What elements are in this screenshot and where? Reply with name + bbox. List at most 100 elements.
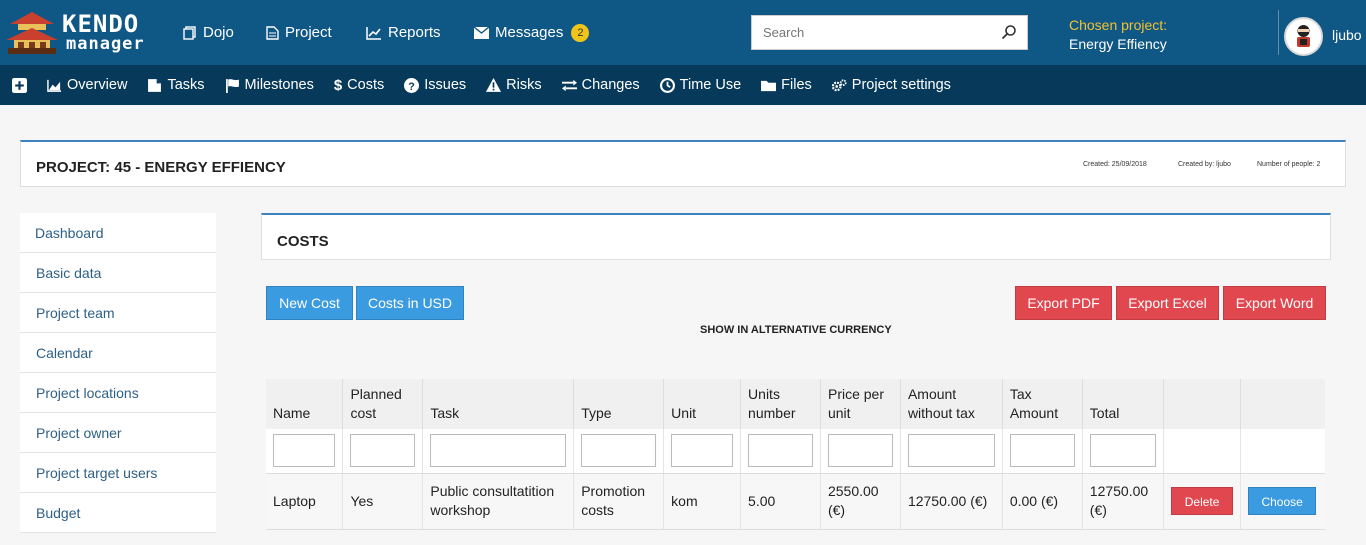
filter-total-input[interactable]	[1089, 434, 1156, 468]
filter-name-input[interactable]	[273, 434, 336, 468]
project-nav-milestones[interactable]: Milestones	[225, 77, 314, 93]
cell-name: Laptop	[266, 473, 343, 530]
project-nav-tasks-label: Tasks	[167, 77, 205, 93]
sidebar-item-basic-data[interactable]: Basic data	[20, 253, 216, 293]
chosen-project: Chosen project: Energy Effiency	[1069, 17, 1167, 52]
project-nav-risks[interactable]: Risks	[486, 77, 542, 93]
cell-units-number: 5.00	[740, 473, 821, 530]
sidebar-item-calendar[interactable]: Calendar	[20, 333, 216, 373]
sidebar-item-project-locations[interactable]: Project locations	[20, 373, 216, 413]
costs-in-usd-button[interactable]: Costs in USD	[356, 286, 464, 320]
cell-task: Public consultatition workshop	[422, 473, 574, 530]
cell-tax-amount: 0.00 (€)	[1001, 473, 1083, 530]
add-item-button[interactable]	[12, 77, 27, 93]
filter-price-per-unit-input[interactable]	[827, 434, 893, 468]
costs-table: Name Planned cost Task Type Unit Units n…	[266, 379, 1325, 530]
project-nav-tasks[interactable]: Tasks	[147, 77, 205, 93]
col-header-unit[interactable]: Unit	[663, 379, 741, 429]
project-nav-changes-label: Changes	[581, 77, 640, 93]
project-nav-time-use-label: Time Use	[679, 77, 742, 93]
envelope-icon	[474, 26, 489, 39]
filter-amount-without-tax-input[interactable]	[907, 434, 995, 468]
cell-total: 12750.00 (€)	[1081, 473, 1164, 530]
col-header-name[interactable]: Name	[266, 379, 343, 429]
export-excel-button[interactable]: Export Excel	[1116, 286, 1219, 320]
col-header-units-number[interactable]: Units number	[740, 379, 821, 429]
col-header-price-per-unit[interactable]: Price per unit	[819, 379, 901, 429]
col-header-choose	[1240, 379, 1325, 429]
sidebar-item-project-owner[interactable]: Project owner	[20, 413, 216, 453]
delete-button[interactable]: Delete	[1170, 487, 1234, 515]
sidebar-item-project-team[interactable]: Project team	[20, 293, 216, 333]
copy-icon	[183, 25, 196, 40]
project-nav: Overview Tasks Milestones $ Costs ? Issu…	[0, 65, 1366, 105]
project-nav-settings[interactable]: Project settings	[831, 77, 951, 93]
project-nav-settings-label: Project settings	[851, 77, 951, 93]
project-nav-costs[interactable]: $ Costs	[334, 77, 384, 94]
filter-planned-cost-input[interactable]	[350, 434, 416, 468]
sidebar-item-dashboard[interactable]: Dashboard	[20, 213, 216, 253]
new-cost-button[interactable]: New Cost	[266, 286, 353, 320]
col-header-tax-amount[interactable]: Tax Amount	[1001, 379, 1083, 429]
top-nav-reports-label: Reports	[388, 24, 441, 41]
col-header-delete	[1162, 379, 1241, 429]
col-header-task[interactable]: Task	[422, 379, 574, 429]
project-nav-changes[interactable]: Changes	[561, 77, 640, 93]
chart-area-icon	[47, 79, 62, 92]
dollar-icon: $	[333, 76, 343, 94]
cogs-icon	[831, 78, 847, 91]
top-nav-dojo[interactable]: Dojo	[183, 0, 234, 65]
col-header-planned-cost[interactable]: Planned cost	[342, 379, 423, 429]
filter-unit-input[interactable]	[671, 434, 734, 468]
brand-subname: manager	[66, 34, 145, 54]
top-nav-project[interactable]: Project	[266, 0, 332, 65]
filter-type-input[interactable]	[581, 434, 657, 468]
cell-choose: Choose	[1240, 473, 1325, 530]
table-header-row: Name Planned cost Task Type Unit Units n…	[266, 379, 1325, 429]
chosen-project-label: Chosen project:	[1069, 17, 1168, 33]
avatar[interactable]	[1284, 17, 1323, 56]
flag-icon	[225, 78, 239, 93]
question-circle-icon: ?	[404, 77, 420, 93]
project-nav-risks-label: Risks	[506, 77, 542, 93]
col-header-amount-without-tax[interactable]: Amount without tax	[899, 379, 1003, 429]
warning-icon	[486, 77, 502, 92]
top-nav-reports[interactable]: Reports	[366, 0, 441, 65]
clock-icon	[659, 77, 675, 93]
tasks-icon	[148, 78, 162, 92]
project-nav-costs-label: Costs	[347, 77, 385, 93]
svg-text:?: ?	[408, 80, 415, 92]
cell-type: Promotion costs	[573, 473, 664, 530]
search-input[interactable]	[752, 16, 992, 49]
project-nav-overview[interactable]: Overview	[47, 77, 127, 93]
top-nav-messages-label: Messages	[495, 24, 564, 41]
col-header-type[interactable]: Type	[573, 379, 664, 429]
project-header: PROJECT: 45 - ENERGY EFFIENCY Created: 2…	[20, 140, 1346, 187]
sidebar-item-project-target-users[interactable]: Project target users	[20, 453, 216, 493]
project-nav-time-use[interactable]: Time Use	[659, 77, 742, 93]
filter-row	[266, 429, 1325, 474]
project-sidebar: Dashboard Basic data Project team Calend…	[20, 213, 216, 533]
project-nav-issues[interactable]: ? Issues	[404, 77, 466, 93]
filter-units-number-input[interactable]	[748, 434, 813, 468]
sidebar-item-budget[interactable]: Budget	[20, 493, 216, 533]
alternative-currency-label: SHOW IN ALTERNATIVE CURRENCY	[700, 324, 892, 336]
logo[interactable]: KENDO manager	[4, 8, 154, 58]
filter-task-input[interactable]	[430, 434, 567, 468]
messages-badge: 2	[571, 23, 590, 42]
user-name[interactable]: ljubo	[1332, 27, 1362, 43]
top-nav-messages[interactable]: Messages 2	[474, 0, 590, 65]
project-nav-files[interactable]: Files	[761, 77, 812, 93]
col-header-total[interactable]: Total	[1081, 379, 1164, 429]
export-word-button[interactable]: Export Word	[1223, 286, 1326, 320]
project-nav-overview-label: Overview	[67, 77, 128, 93]
filter-tax-amount-input[interactable]	[1009, 434, 1075, 468]
project-nav-files-label: Files	[781, 77, 812, 93]
export-pdf-button[interactable]: Export PDF	[1015, 286, 1112, 320]
folder-icon	[761, 80, 777, 91]
table-row: Laptop Yes Public consultatition worksho…	[266, 473, 1325, 530]
exchange-icon	[561, 79, 577, 91]
costs-title: COSTS	[277, 233, 329, 250]
choose-button[interactable]: Choose	[1248, 487, 1316, 515]
search-icon[interactable]	[1001, 24, 1017, 40]
